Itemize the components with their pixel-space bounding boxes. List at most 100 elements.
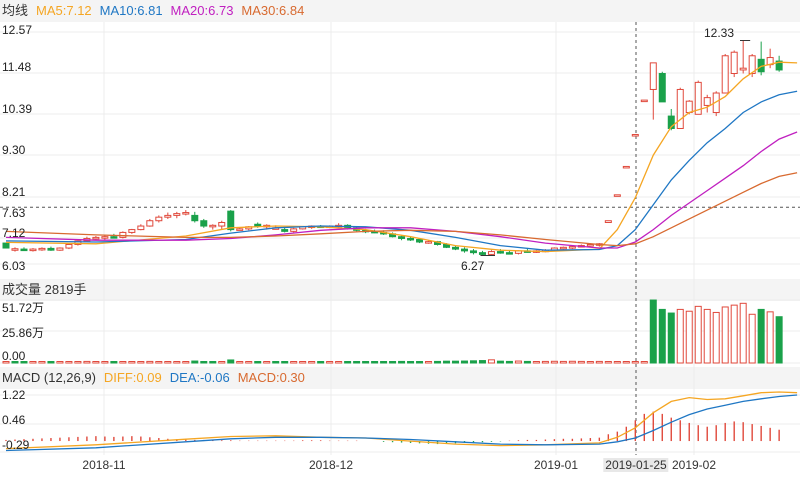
volume-bar-up [568,360,576,364]
price-tick-label: 7.12 [2,226,26,240]
candle-body-up [640,99,648,103]
macd-tick-label: 1.22 [2,388,26,402]
candle-body-down [200,220,208,227]
volume-bar-down [281,361,289,364]
stock-chart: 均线 MA5:7.12 MA10:6.81 MA20:6.73 MA30:6.84 成交… [0,0,800,480]
volume-bar-up [613,361,621,364]
macd-tick-label: 0.46 [2,413,26,427]
volume-bar-down [658,308,666,364]
volume-tick-label: 0.00 [2,349,26,363]
candle-body-up [137,225,145,231]
candle-body-down [281,229,289,232]
volume-bar-down [389,361,397,364]
crosshair-price-label: 7.63 [2,206,26,220]
volume-bar-down [110,361,118,364]
volume-bar-down [362,361,370,364]
candle-body-up [730,51,738,75]
volume-bar-up [712,311,720,364]
volume-bar-down [272,361,280,364]
volume-bar-up [694,305,702,364]
candle-body-up [128,229,136,233]
candle-body-up [164,214,172,218]
volume-bar-down [407,361,415,364]
candle-body-up [65,243,73,249]
x-tick-label: 2018-11 [82,458,126,472]
price-tick-label: 11.48 [2,60,32,74]
volume-bar-up [335,361,343,364]
high-annotation: 12.33 [704,26,735,40]
candle-body-up [604,220,612,223]
candle-body-up [622,165,630,169]
candle-body-up [739,67,747,71]
volume-bar-up [164,361,172,364]
volume-bar-up [425,361,433,364]
volume-bar-down [416,361,424,364]
volume-bar-down [460,360,468,364]
price-tick-label: 6.03 [2,259,26,273]
volume-bar-up [595,360,603,364]
volume-bar-down [757,308,765,364]
candle-body-up [182,212,190,215]
volume-bar-up [29,361,37,364]
candle-body-down [398,236,406,239]
volume-bar-up [182,361,190,364]
volume-bar-up [56,361,64,364]
volume-bar-down [443,360,451,364]
candle-body-up [173,213,181,216]
candle-body-up [218,221,226,227]
candle-body-down [191,214,199,222]
volume-bar-up [703,308,711,364]
volume-bar-up [83,360,91,364]
volume-bar-up [65,361,73,364]
candle-body-up [146,220,154,227]
candle-body-down [227,210,235,231]
volume-bar-up [92,361,100,364]
candle-body-down [452,246,459,250]
volume-bar-down [200,361,208,364]
volume-bar-up [38,361,46,364]
volume-bar-down [452,360,459,364]
candle-body-down [407,237,415,241]
volume-bar-down [209,361,217,364]
candle-body-up [11,248,19,251]
volume-bar-up [146,360,154,364]
volume-bar-up [541,360,549,364]
volume-bar-down [254,361,262,364]
volume-bar-up [119,361,127,364]
volume-bar-down [469,360,477,364]
candle-body-up [425,241,433,244]
volume-tick-label: 25.86万 [2,326,45,340]
candle-body-up [703,97,711,106]
macd-tick-label: -0.29 [2,438,30,452]
volume-bar-down [649,299,657,364]
price-tick-label: 8.21 [2,185,26,199]
volume-bar-down [371,361,379,364]
volume-bar-down [496,360,504,364]
volume-bar-up [101,361,109,364]
volume-bar-up [577,360,585,364]
volume-bar-up [640,361,648,364]
volume-bar-down [523,360,531,364]
volume-bar-up [739,302,747,364]
volume-bar-up [218,361,226,364]
volume-bar-down [434,360,442,364]
volume-bar-up [748,313,756,364]
price-tick-label: 12.57 [2,23,33,37]
volume-bar-up [766,311,774,364]
candle-body-up [155,216,163,222]
candle-body-down [110,236,118,239]
volume-bar-up [685,310,693,364]
volume-bar-down [775,316,783,364]
volume-bar-down [344,361,352,364]
candle-body-up [685,100,693,114]
volume-bar-down [227,359,235,364]
candle-body-up [290,228,298,232]
volume-bar-down [191,360,199,364]
chart-canvas [0,22,800,455]
volume-bar-down [478,360,486,364]
candle-body-down [505,252,513,255]
volume-bar-up [622,361,630,364]
candle-body-up [38,247,46,251]
volume-bar-up [245,361,253,364]
candle-body-down [460,248,468,252]
